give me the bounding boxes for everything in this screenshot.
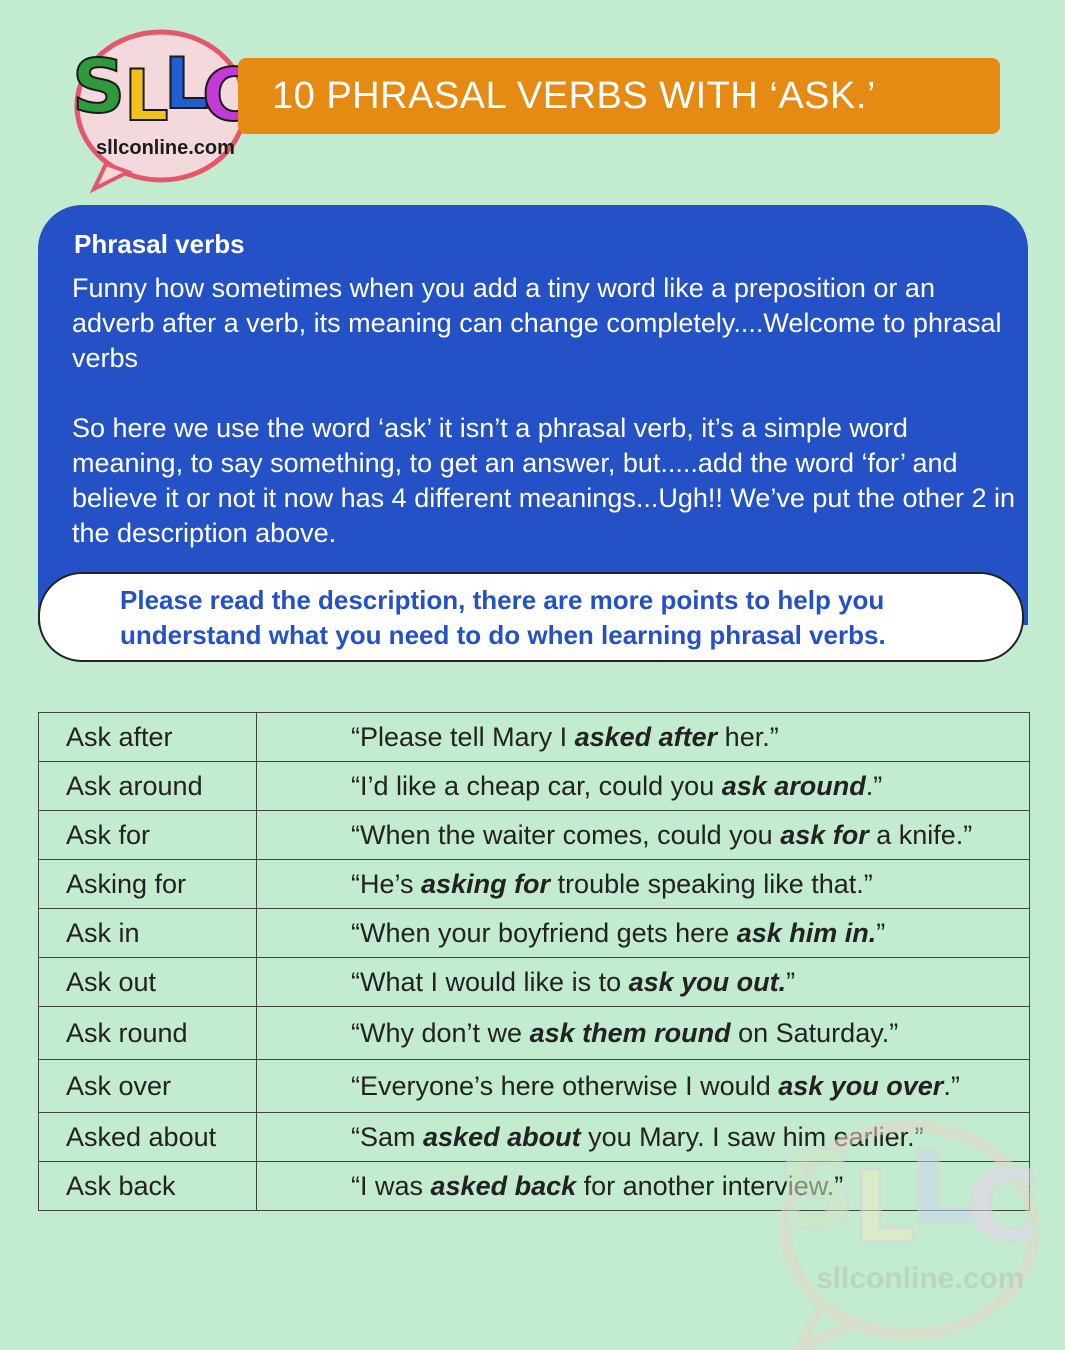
verb-cell: Asking for (38, 859, 257, 909)
table-row: Ask in “When your boyfriend gets here as… (38, 908, 1030, 958)
intro-heading: Phrasal verbs (74, 229, 245, 259)
verb-cell: Ask for (38, 810, 257, 860)
svg-text:S: S (72, 44, 125, 130)
verb-cell: Ask over (38, 1059, 257, 1113)
verb-cell: Ask in (38, 908, 257, 958)
verb-cell: Ask out (38, 957, 257, 1007)
svg-text:L: L (910, 1129, 974, 1246)
example-cell: “Everyone’s here otherwise I would ask y… (256, 1059, 1030, 1113)
verb-cell: Ask back (38, 1161, 257, 1211)
table-row: Ask for “When the waiter comes, could yo… (38, 810, 1030, 860)
logo-url: sllconline.com (96, 137, 235, 159)
verb-cell: Ask around (38, 761, 257, 811)
table-row: Asking for “He’s asking for trouble spea… (38, 859, 1030, 909)
verb-cell: Asked about (38, 1112, 257, 1162)
verb-cell: Ask round (38, 1006, 257, 1060)
intro-paragraph-2: So here we use the word ‘ask’ it isn’t a… (72, 413, 1016, 548)
notice-box: Please read the description, there are m… (38, 572, 1024, 662)
example-cell: “When the waiter comes, could you ask fo… (256, 810, 1030, 860)
example-cell: “Why don’t we ask them round on Saturday… (256, 1006, 1030, 1060)
watermark-url: sllconline.com (816, 1262, 1024, 1295)
table-row: Ask after “Please tell Mary I asked afte… (38, 712, 1030, 762)
svg-text:C: C (966, 1147, 1039, 1264)
table-row: Ask around “I’d like a cheap car, could … (38, 761, 1030, 811)
example-cell: “When your boyfriend gets here ask him i… (256, 908, 1030, 958)
page: S L L C sllconline.com 10 PHRASAL VERBS … (0, 0, 1065, 1350)
table-row: Ask out “What I would like is to ask you… (38, 957, 1030, 1007)
intro-paragraph-1: Funny how sometimes when you add a tiny … (72, 273, 1002, 373)
svg-text:L: L (124, 55, 169, 137)
svg-text:S: S (778, 1129, 856, 1254)
intro-panel: Phrasal verbs Funny how sometimes when y… (38, 205, 1028, 625)
verb-cell: Ask after (38, 712, 257, 762)
svg-text:L: L (852, 1149, 916, 1266)
table-row: Ask over “Everyone’s here otherwise I wo… (38, 1059, 1030, 1113)
page-title: 10 PHRASAL VERBS WITH ‘ASK.’ (272, 74, 876, 117)
watermark-logo: S L L C sllconline.com (777, 1120, 1041, 1350)
notice-text: Please read the description, there are m… (120, 585, 886, 650)
table-row: Ask round “Why don’t we ask them round o… (38, 1006, 1030, 1060)
example-cell: “He’s asking for trouble speaking like t… (256, 859, 1030, 909)
example-cell: “What I would like is to ask you out.” (256, 957, 1030, 1007)
title-bar: 10 PHRASAL VERBS WITH ‘ASK.’ (238, 58, 1000, 134)
example-cell: “Please tell Mary I asked after her.” (256, 712, 1030, 762)
example-cell: “I’d like a cheap car, could you ask aro… (256, 761, 1030, 811)
slc-logo: S L L C sllconline.com (71, 29, 256, 194)
